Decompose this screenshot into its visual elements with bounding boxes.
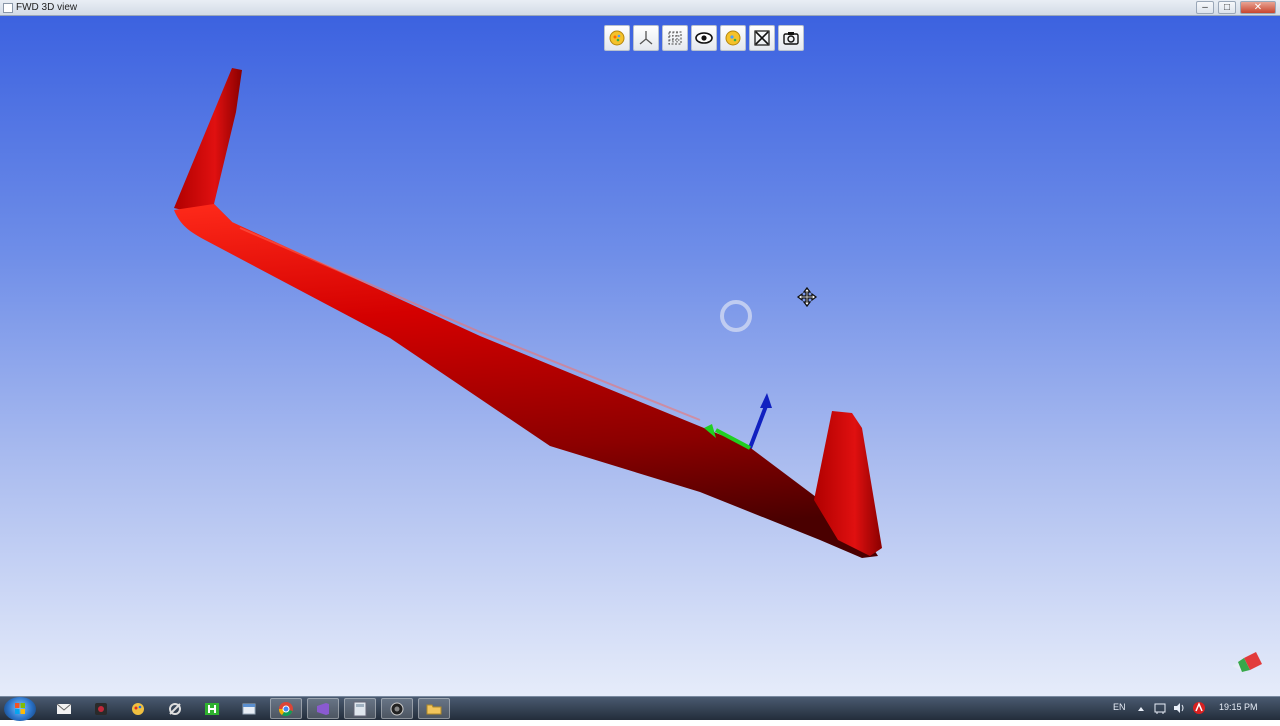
show-hidden-icons-icon[interactable] (1137, 705, 1145, 713)
maximize-button[interactable]: □ (1218, 1, 1236, 14)
language-indicator[interactable]: EN (1113, 702, 1126, 712)
taskbar-item-record[interactable] (381, 698, 413, 719)
taskbar-item-mail[interactable] (48, 698, 80, 719)
title-bar: FWD 3D view – □ ✕ (0, 0, 1280, 16)
network-icon[interactable] (1154, 702, 1166, 714)
start-button[interactable] (4, 697, 36, 721)
taskbar-item-paint[interactable] (122, 698, 154, 719)
record-icon (390, 702, 404, 715)
glider-model[interactable] (0, 16, 1280, 696)
window-title: FWD 3D view (16, 2, 78, 13)
calculator-icon (353, 701, 367, 716)
app-icon (3, 3, 13, 13)
antivirus-icon[interactable] (1192, 701, 1206, 715)
move-cursor-icon (796, 286, 818, 308)
taskbar-item-media[interactable] (85, 698, 117, 719)
taskbar-item-visual-studio[interactable] (307, 698, 339, 719)
visual-studio-icon (317, 702, 329, 715)
paint-icon (132, 702, 144, 715)
clock[interactable]: 19:15 PM (1219, 702, 1258, 712)
tool-icon (169, 702, 181, 715)
media-icon (95, 702, 107, 715)
taskbar-item-tool[interactable] (159, 698, 191, 719)
minimize-button[interactable]: – (1196, 1, 1214, 14)
mail-icon (56, 703, 72, 714)
app-h-icon (205, 702, 219, 715)
window-icon (242, 703, 256, 714)
navigation-cube-icon (1232, 652, 1262, 672)
taskbar-item-window[interactable] (233, 698, 265, 719)
close-button[interactable]: ✕ (1240, 1, 1276, 14)
chrome-icon (278, 701, 293, 716)
3d-viewport[interactable] (0, 16, 1280, 696)
taskbar-item-h-app[interactable] (196, 698, 228, 719)
volume-icon[interactable] (1173, 702, 1185, 714)
taskbar: EN 19:15 PM (0, 696, 1280, 721)
folder-icon (426, 704, 442, 714)
taskbar-item-calculator[interactable] (344, 698, 376, 719)
taskbar-item-folder[interactable] (418, 698, 450, 719)
windows-logo-icon (15, 703, 25, 714)
taskbar-item-chrome[interactable] (270, 698, 302, 719)
